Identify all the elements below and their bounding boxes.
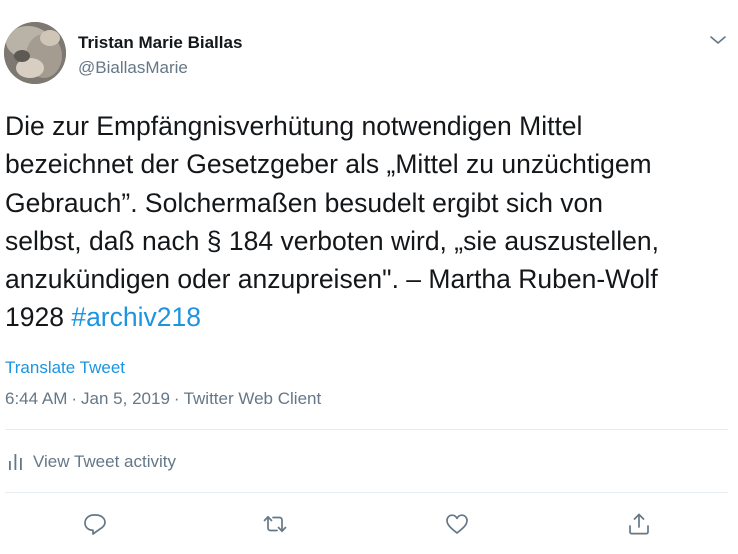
tweet-text-line: Gebrauch”. Solchermaßen besudelt ergibt … xyxy=(5,187,604,218)
tweet-card: Tristan Marie Biallas @BiallasMarie Die … xyxy=(0,0,738,554)
tweet-text-line: Die zur Empfängnisverhütung notwendigen … xyxy=(5,111,583,141)
translate-tweet-link[interactable]: Translate Tweet xyxy=(5,358,125,378)
bar-chart-icon xyxy=(9,454,22,470)
share-icon[interactable] xyxy=(626,511,652,537)
hashtag-link[interactable]: #archiv218 xyxy=(71,302,201,332)
chevron-down-icon[interactable] xyxy=(708,30,728,50)
divider xyxy=(5,492,728,493)
reply-icon[interactable] xyxy=(82,511,108,537)
author-name[interactable]: Tristan Marie Biallas xyxy=(78,33,242,53)
tweet-text-year: 1928 xyxy=(5,302,72,333)
like-icon[interactable] xyxy=(444,511,470,537)
tweet-meta: 6:44 AM · Jan 5, 2019 · Twitter Web Client xyxy=(5,389,321,409)
view-activity-label: View Tweet activity xyxy=(33,452,176,471)
tweet-text-line: selbst, daß nach § 184 verboten wird, „s… xyxy=(5,225,660,256)
meta-separator: · xyxy=(173,389,180,408)
tweet-text-line: bezeichnet der Gesetzgeber als „Mittel z… xyxy=(5,149,652,180)
tweet-time[interactable]: 6:44 AM xyxy=(5,389,67,408)
avatar-photo-icon xyxy=(4,22,66,84)
retweet-icon[interactable] xyxy=(262,511,288,537)
view-activity-button[interactable]: View Tweet activity xyxy=(8,452,176,472)
avatar[interactable] xyxy=(4,22,66,84)
tweet-text-line-last: 1928 #archiv218 xyxy=(5,298,735,336)
tweet-date[interactable]: Jan 5, 2019 xyxy=(81,389,170,408)
divider xyxy=(5,429,728,430)
tweet-client[interactable]: Twitter Web Client xyxy=(184,389,322,408)
tweet-text-line: anzukündigen oder anzupreisen". – Martha… xyxy=(5,264,658,295)
tweet-text: Die zur Empfängnisverhütung notwendigen … xyxy=(5,107,735,337)
meta-separator: · xyxy=(71,389,78,408)
author-handle[interactable]: @BiallasMarie xyxy=(78,58,188,78)
